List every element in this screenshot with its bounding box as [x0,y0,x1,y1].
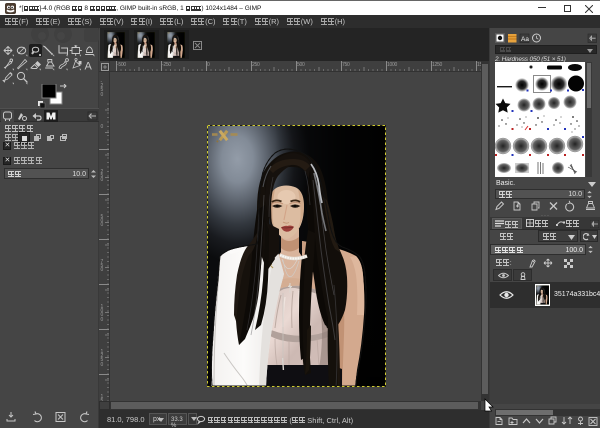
svg-text:Aa: Aa [521,36,529,43]
svg-text:A: A [85,61,93,73]
